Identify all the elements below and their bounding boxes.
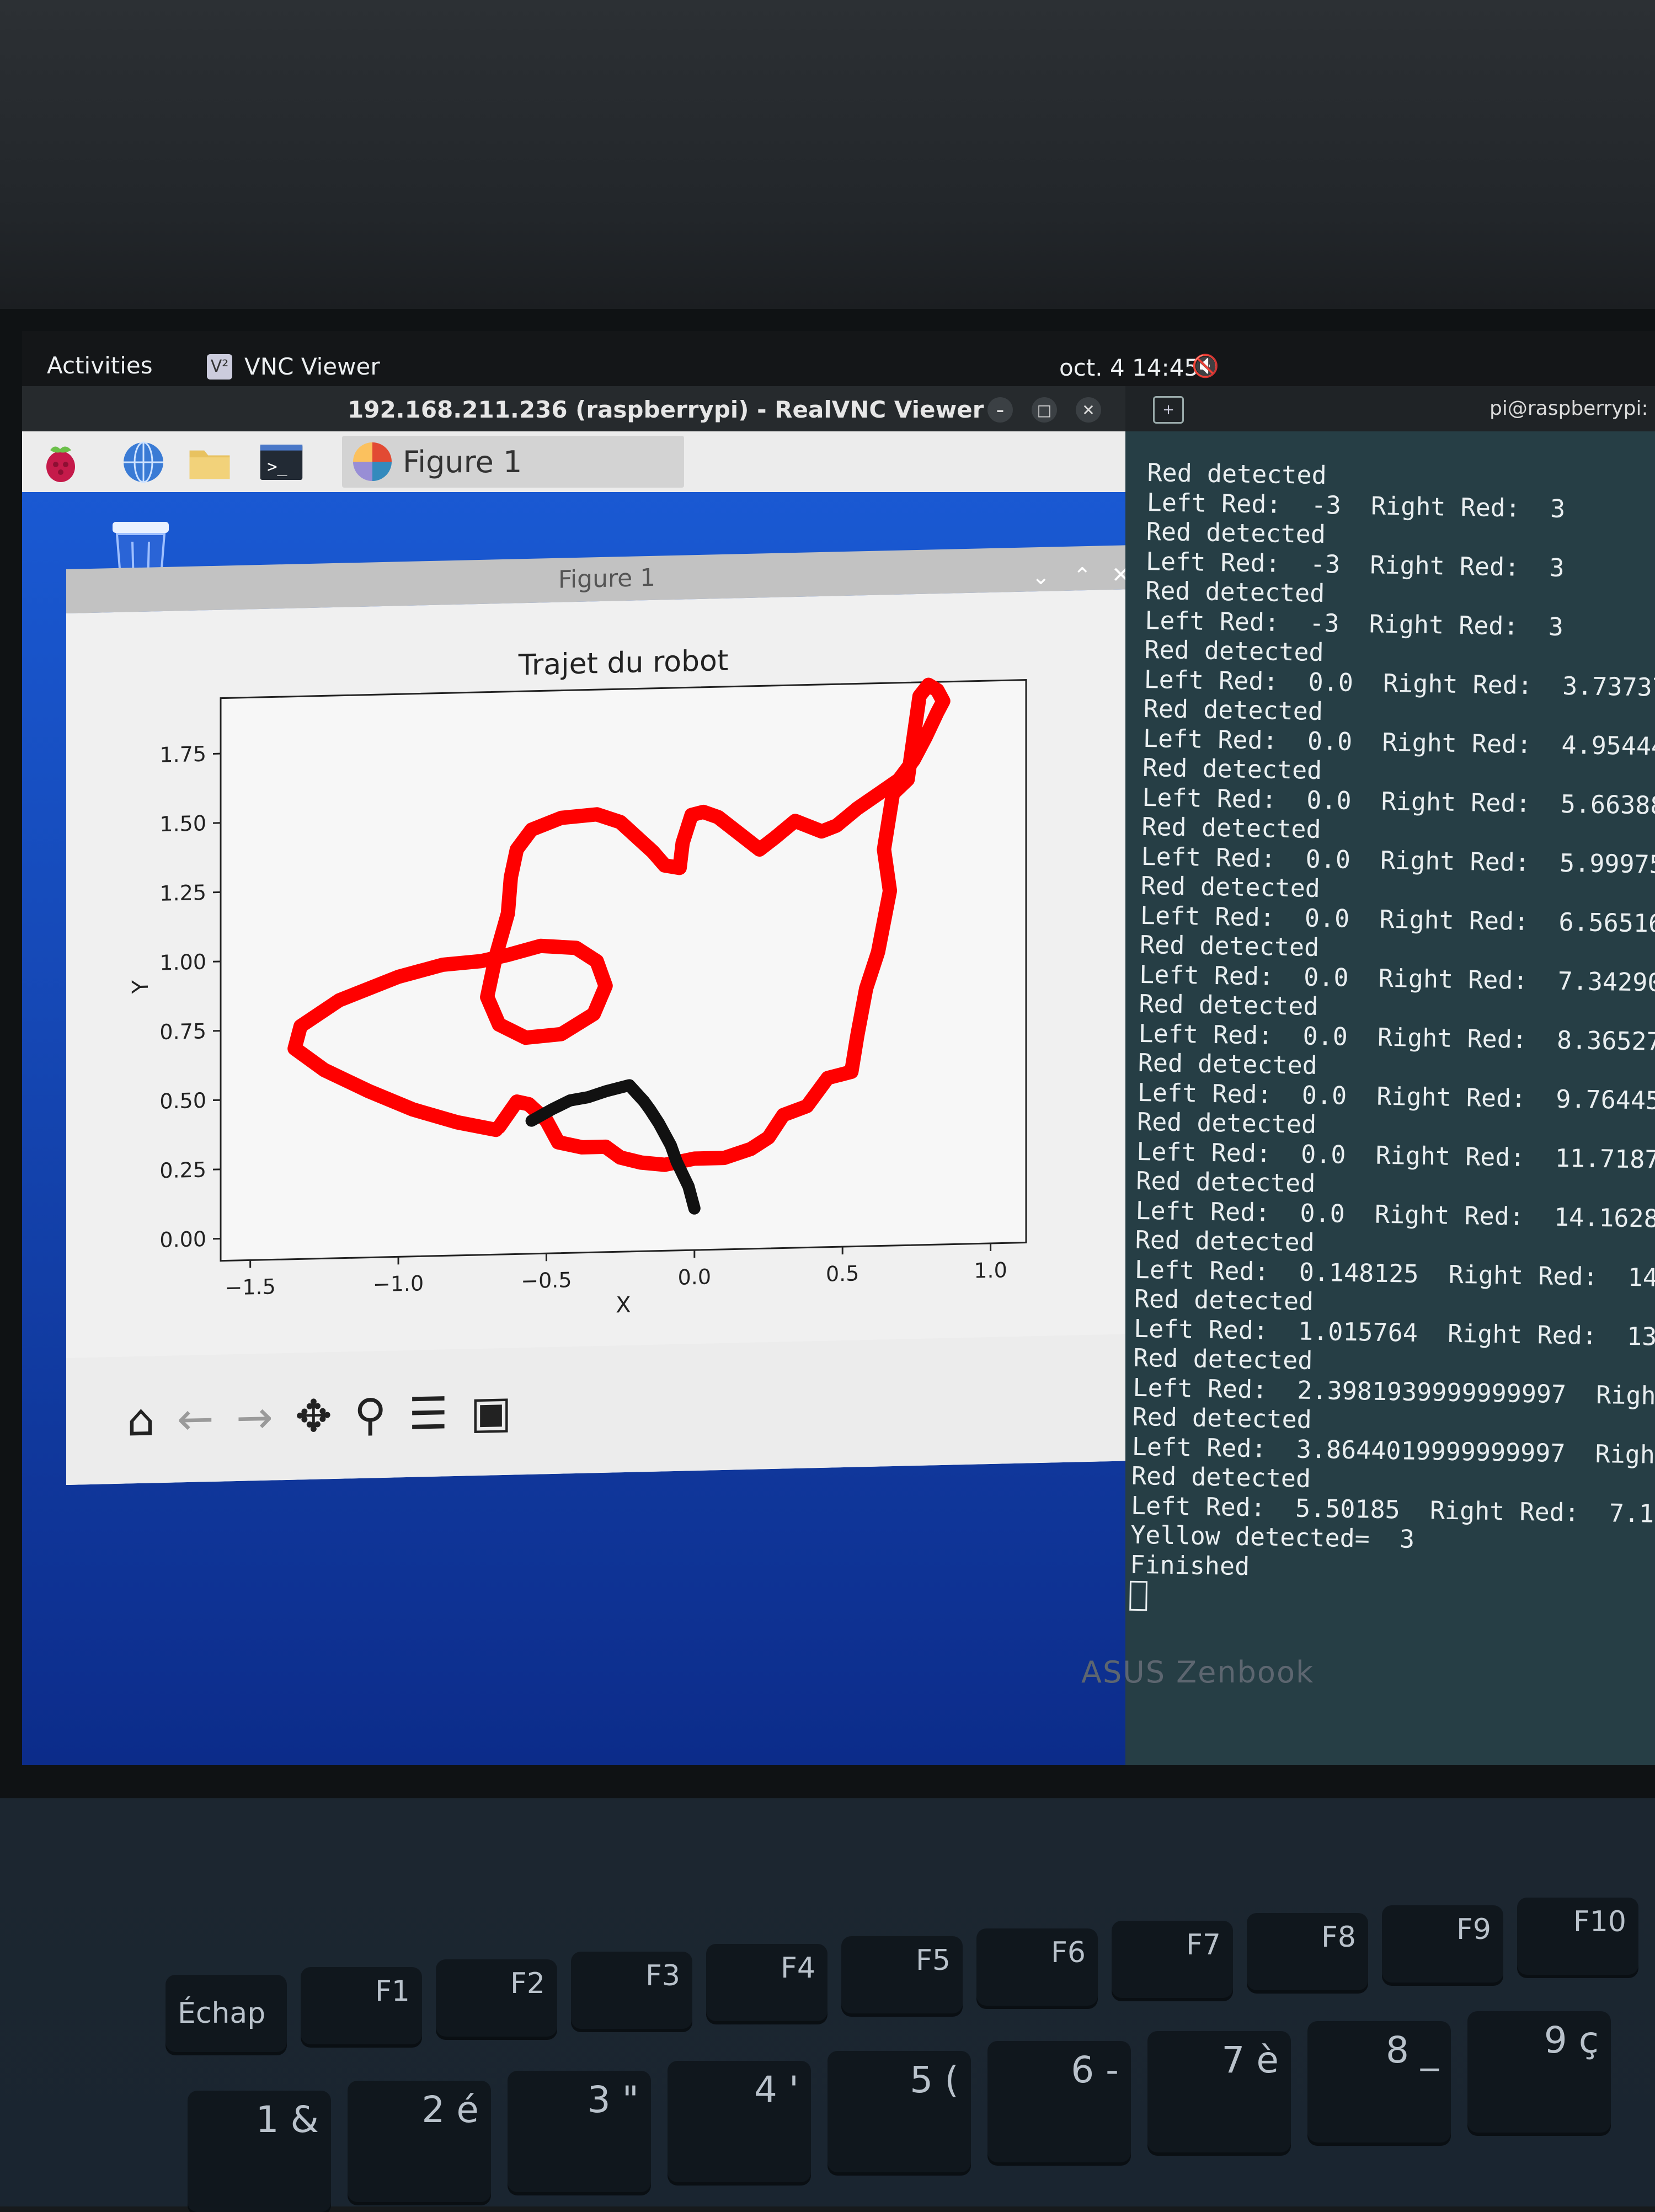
svg-text:>_: >_ [267, 457, 287, 477]
chart-title: Trajet du robot [518, 644, 728, 682]
key-number-9[interactable]: 9 ç [1467, 2011, 1611, 2133]
back-icon[interactable]: ← [177, 1392, 214, 1445]
key-f3[interactable]: F3 [571, 1952, 692, 2029]
close-icon[interactable]: ✕ [1076, 397, 1101, 423]
key-number-1[interactable]: 1 & [188, 2091, 331, 2212]
key-f6[interactable]: F6 [976, 1928, 1098, 2006]
key-f8[interactable]: F8 [1247, 1913, 1368, 1990]
keyboard: ÉchapF1F2F3F4F5F6F7F8F9F101 &2 é3 "4 '5 … [166, 1853, 1655, 2206]
terminal-output[interactable]: Red detectedLeft Red: -3 Right Red: 3Red… [1129, 458, 1655, 1621]
key-number-3[interactable]: 3 " [508, 2071, 651, 2192]
key-f4[interactable]: F4 [706, 1944, 828, 2021]
remote-desktop: >_ Figure 1 Figure 1 ⌄ ⌃ ✕ [22, 431, 1125, 1765]
maximize-icon[interactable]: □ [1032, 397, 1057, 423]
figure-toolbar: ⌂ ← → ✥ ⚲ ☰ ▣ [66, 1334, 1125, 1485]
key-chap[interactable]: Échap [166, 1975, 287, 2052]
active-app-menu[interactable]: V² VNC Viewer [207, 353, 380, 380]
y-tick-label: 0.00 [159, 1227, 206, 1252]
active-app-name: VNC Viewer [244, 353, 380, 380]
y-axis-ticks: 0.00 0.25 0.50 0.75 1.00 1.25 1.50 1.75 [159, 741, 221, 1252]
terminal-window: + pi@raspberrypi: ~/s Red detectedLeft R… [1125, 386, 1655, 1765]
activities-button[interactable]: Activities [47, 352, 153, 379]
system-top-bar: Activities V² VNC Viewer oct. 4 14:45 🔇 [22, 331, 1655, 386]
y-tick-label: 0.50 [159, 1088, 206, 1114]
raspberry-menu-icon[interactable] [39, 440, 83, 484]
x-tick-label: 1.0 [974, 1258, 1007, 1283]
x-tick-label: −1.5 [225, 1274, 276, 1300]
configure-subplots-icon[interactable]: ☰ [408, 1387, 448, 1440]
vnc-viewer-window: 192.168.211.236 (raspberrypi) - RealVNC … [22, 386, 1125, 1765]
key-f2[interactable]: F2 [436, 1959, 557, 2037]
raspberry-pi-taskbar: >_ Figure 1 [22, 431, 1125, 492]
new-tab-icon[interactable]: + [1153, 396, 1184, 424]
file-manager-icon[interactable] [188, 440, 232, 484]
pan-icon[interactable]: ✥ [295, 1390, 332, 1442]
clock[interactable]: oct. 4 14:45 [1059, 354, 1199, 381]
vnc-window-title: 192.168.211.236 (raspberrypi) - RealVNC … [348, 396, 984, 423]
key-number-5[interactable]: 5 ( [828, 2051, 971, 2172]
matplotlib-icon [353, 442, 392, 481]
taskbar-figure-button[interactable]: Figure 1 [342, 436, 684, 488]
y-tick-label: 0.25 [159, 1157, 206, 1183]
web-browser-icon[interactable] [121, 440, 166, 484]
taskbar-figure-label: Figure 1 [403, 445, 522, 479]
vnc-titlebar[interactable]: 192.168.211.236 (raspberrypi) - RealVNC … [22, 386, 1125, 431]
x-tick-label: −0.5 [521, 1268, 572, 1293]
figure-window-title: Figure 1 [558, 564, 655, 594]
x-axis-label: X [616, 1292, 631, 1318]
forward-icon[interactable]: → [236, 1391, 273, 1444]
key-f10[interactable]: F10 [1517, 1898, 1638, 1975]
laptop-brand-logo: ASUS Zenbook [1081, 1655, 1314, 1690]
key-number-7[interactable]: 7 è [1147, 2031, 1291, 2152]
y-tick-label: 1.25 [159, 880, 206, 906]
terminal-title: pi@raspberrypi: ~/s [1490, 397, 1655, 420]
key-f5[interactable]: F5 [841, 1936, 963, 2013]
x-tick-label: 0.5 [826, 1261, 859, 1286]
vnc-app-icon: V² [207, 354, 232, 380]
key-f7[interactable]: F7 [1112, 1921, 1233, 1998]
key-f9[interactable]: F9 [1382, 1905, 1503, 1983]
laptop-screen: Activities V² VNC Viewer oct. 4 14:45 🔇 … [22, 331, 1655, 1765]
zoom-icon[interactable]: ⚲ [354, 1388, 387, 1440]
x-tick-label: −1.0 [373, 1271, 424, 1296]
figure-window: Figure 1 ⌄ ⌃ ✕ −1.5−1.0−0.50.00.51.0 0.0… [66, 545, 1125, 1485]
y-tick-label: 0.75 [159, 1019, 206, 1044]
key-number-2[interactable]: 2 é [348, 2081, 491, 2202]
key-number-6[interactable]: 6 - [987, 2041, 1131, 2162]
terminal-titlebar[interactable]: + pi@raspberrypi: ~/s [1125, 386, 1655, 431]
y-tick-label: 1.50 [159, 811, 206, 836]
y-axis-label: Y [128, 980, 153, 995]
terminal-icon[interactable]: >_ [259, 440, 303, 484]
background-wall [0, 0, 1655, 309]
key-number-4[interactable]: 4 ' [668, 2061, 811, 2182]
y-tick-label: 1.00 [159, 950, 206, 975]
minimize-icon[interactable]: – [987, 397, 1013, 423]
key-f1[interactable]: F1 [301, 1967, 422, 2044]
home-icon[interactable]: ⌂ [127, 1394, 155, 1446]
speaker-muted-icon[interactable]: 🔇 [1192, 353, 1219, 379]
y-tick-label: 1.75 [159, 742, 206, 767]
figure-canvas: −1.5 −1.0 −0.5 0.0 0.5 1.0 0.00 0.25 0.50 0.75 1.… [66, 589, 1125, 1485]
save-icon[interactable]: ▣ [470, 1386, 512, 1438]
key-number-8[interactable]: 8 _ [1307, 2021, 1451, 2142]
x-tick-label: 0.0 [678, 1264, 711, 1289]
trajectory-chart[interactable]: −1.5 −1.0 −0.5 0.0 0.5 1.0 0.00 0.25 0.50 0.75 1.… [66, 589, 1125, 1358]
